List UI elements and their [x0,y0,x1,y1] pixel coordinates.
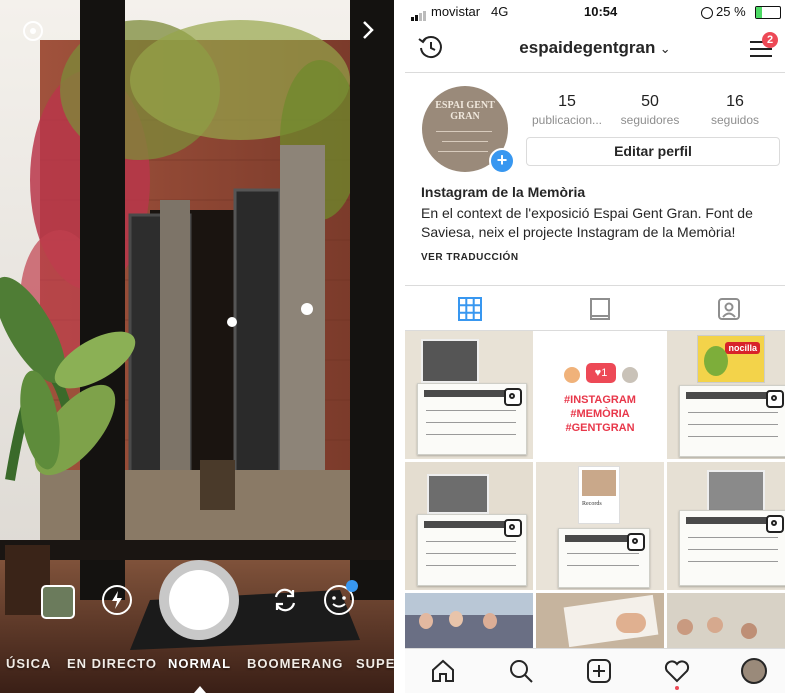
mode-live[interactable]: EN DIRECTO [67,656,157,671]
network-type: 4G [491,4,509,19]
profile-username: espaidegentgran [519,38,656,57]
grid-post-9[interactable] [667,593,785,648]
grid-post-6[interactable] [667,462,785,590]
header-divider [405,72,785,73]
grid-view-tab[interactable] [458,297,482,321]
grid-post-8[interactable] [536,593,664,648]
clock: 10:54 [584,4,618,19]
profile-tab-avatar[interactable] [739,656,769,686]
hashtag-1: #INSTAGRAM [564,394,636,406]
search-icon[interactable] [506,656,536,686]
profile-bio: En el context de l'exposició Espai Gent … [421,205,753,240]
grid-post-hashtags[interactable]: ♥1 #INSTAGRAM #MEMÒRIA #GENTGRAN [536,331,664,459]
posts-label: publicacion... [531,113,603,127]
following-count[interactable]: 16 [690,93,780,111]
followers-count[interactable]: 50 [605,93,695,111]
poster-text: Records [582,501,602,507]
chevron-right-icon[interactable] [356,18,380,42]
new-effect-dot [346,580,358,592]
tagged-photos-tab[interactable] [717,297,741,321]
grid-post-3[interactable]: nocilla [667,331,785,459]
new-post-icon[interactable] [584,656,614,686]
edit-profile-button[interactable]: Editar perfil [526,137,780,166]
chevron-down-icon: ⌄ [659,41,671,56]
tabs-top-divider [405,285,785,286]
avatar-logo-text: ESPAI GENT GRAN [435,100,495,122]
mode-superzoom[interactable]: SUPE [356,656,394,671]
profile-screen: movistar 4G 10:54 25 % espaidegentgran ⌄… [405,0,785,693]
mode-boomerang[interactable]: BOOMERANG [247,656,343,671]
username-switcher[interactable]: espaidegentgran ⌄ [405,38,785,58]
carrier-name: movistar [431,4,481,19]
nocilla-logo: nocilla [725,342,760,354]
mode-normal[interactable]: NORMAL [168,656,231,671]
activity-dot [675,686,679,690]
activity-heart-icon[interactable] [662,656,692,690]
gear-icon[interactable] [19,17,47,45]
hashtag-2: #MEMÒRIA [570,408,630,420]
face-filter-icon[interactable] [322,580,358,617]
grid-post-5[interactable]: Records [536,462,664,590]
menu-icon[interactable]: 2 [750,32,778,60]
add-story-button[interactable]: + [489,148,515,174]
following-label[interactable]: seguidos [690,113,780,127]
camera-screen: ÚSICA EN DIRECTO NORMAL BOOMERANG SUPE [0,0,394,693]
alarm-icon [701,7,713,19]
gallery-thumbnail[interactable] [41,585,75,619]
hashtag-3: #GENTGRAN [565,422,635,434]
battery-percent: 25 % [716,4,746,19]
grid-post-4[interactable] [405,462,533,590]
grid-post-7[interactable] [405,593,533,648]
flash-icon[interactable] [100,583,134,617]
mode-music[interactable]: ÚSICA [6,656,51,671]
feed-view-tab[interactable] [588,297,612,321]
followers-label[interactable]: seguidores [605,113,695,127]
like-count: 1 [601,367,608,379]
posts-count: 15 [558,93,576,110]
home-icon[interactable] [428,656,458,686]
active-mode-indicator [194,686,206,693]
grid-post-1[interactable] [405,331,533,459]
shutter-button[interactable] [159,560,239,640]
signal-icon [411,8,429,26]
flip-camera-icon[interactable] [268,583,302,617]
battery-icon [755,6,781,19]
translate-link[interactable]: VER TRADUCCIÓN [421,252,519,263]
notification-badge: 2 [762,32,778,48]
profile-name: Instagram de la Memòria [421,184,586,200]
